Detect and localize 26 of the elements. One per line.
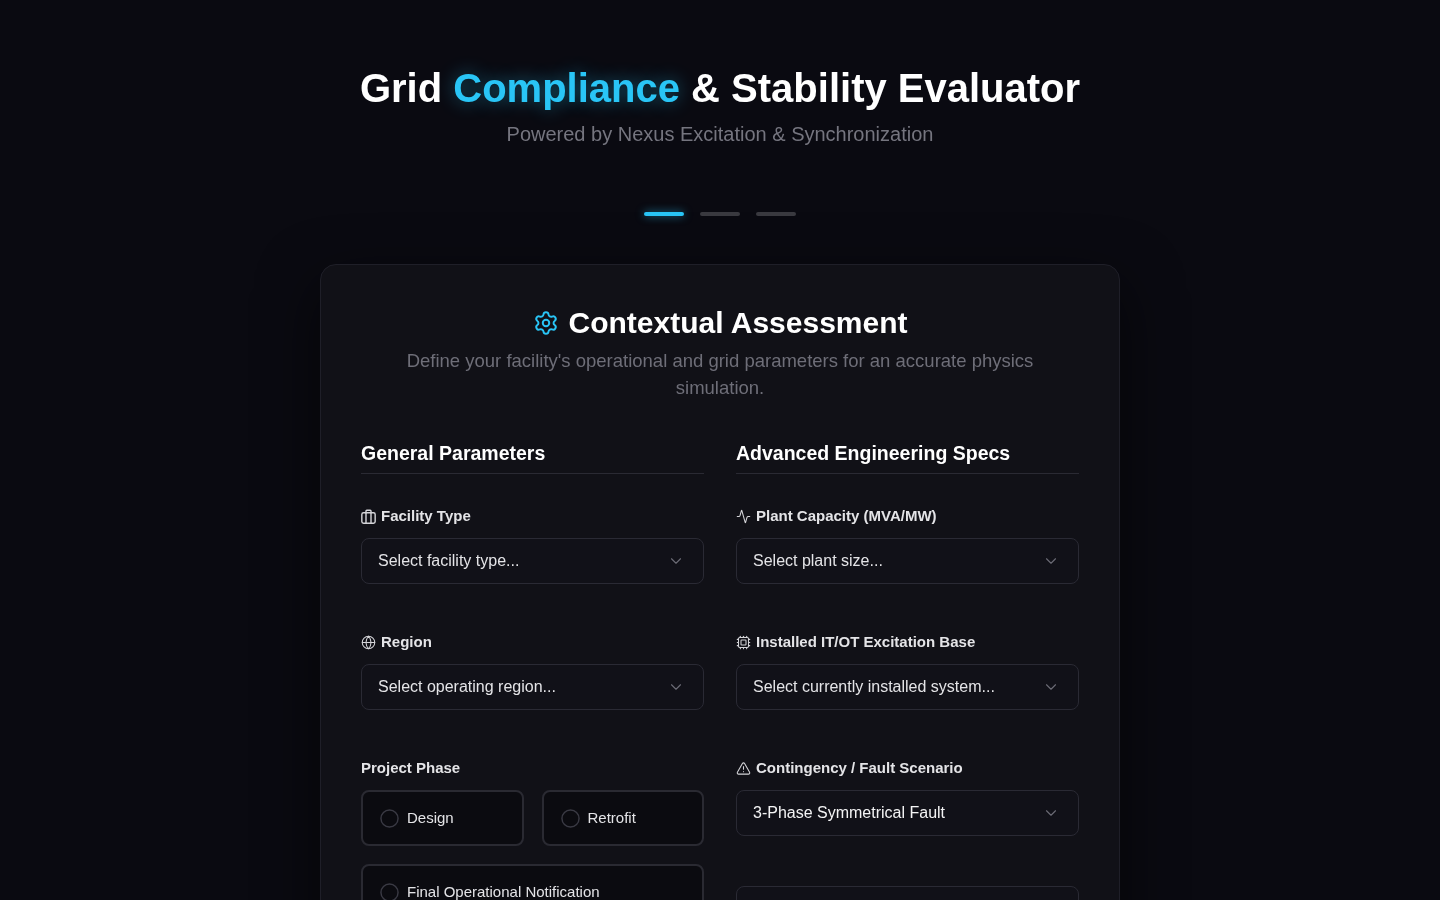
globe-icon bbox=[361, 634, 376, 650]
select-field[interactable]: Select currently installed system... bbox=[736, 664, 1079, 710]
select-field[interactable]: 3-Phase Symmetrical Fault bbox=[736, 790, 1079, 836]
card-title: Contextual Assessment bbox=[568, 305, 908, 341]
section-heading: Advanced Engineering Specs bbox=[736, 441, 1079, 474]
settings-icon bbox=[532, 310, 559, 336]
field-label: Contingency / Fault Scenario bbox=[756, 758, 963, 778]
pulse-icon bbox=[736, 508, 751, 524]
suitcase-icon bbox=[361, 508, 376, 524]
field-label: Facility Type bbox=[381, 506, 471, 526]
radio-option[interactable]: Retrofit bbox=[541, 790, 704, 846]
field-label: Project Phase bbox=[361, 758, 461, 778]
page-title: Grid Compliance & Stability Evaluator bbox=[359, 65, 1081, 112]
section-heading: General Parameters bbox=[361, 441, 704, 474]
page-subtitle: Powered by Nexus Excitation & Synchronization bbox=[506, 122, 934, 146]
field-label: Plant Capacity (MVA/MW) bbox=[756, 506, 937, 526]
card-description: Define your facility's operational and grid parameters for an accurate physics simulation. bbox=[405, 349, 1035, 400]
select-field[interactable]: Select operating region... bbox=[361, 664, 704, 710]
warning-icon bbox=[736, 760, 751, 776]
select-field[interactable]: Select facility type... bbox=[361, 538, 704, 584]
chip-icon bbox=[736, 634, 751, 650]
radio-option[interactable]: Final Operational Notification bbox=[361, 864, 704, 900]
field-label: Region bbox=[381, 632, 432, 652]
select-field[interactable]: Select plant size... bbox=[736, 538, 1079, 584]
radio-option[interactable]: Design bbox=[361, 790, 524, 846]
field-label: Installed IT/OT Excitation Base bbox=[756, 632, 976, 652]
